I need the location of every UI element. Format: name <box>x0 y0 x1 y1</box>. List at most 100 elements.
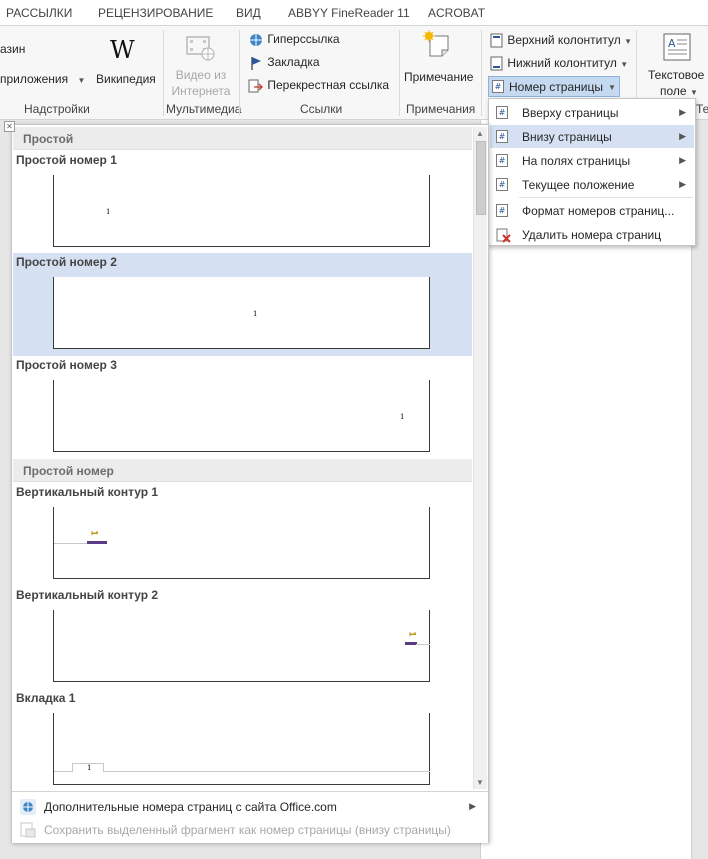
my-apps-button[interactable]: приложения ▼ <box>0 72 85 86</box>
scrollbar-thumb[interactable] <box>476 141 486 215</box>
tab-mailings[interactable]: РАССЫЛКИ <box>6 6 72 20</box>
menu-item-page-margins[interactable]: # На полях страницы ▶ <box>490 149 694 172</box>
page-number-icon: # <box>492 80 504 93</box>
menu-item-label: Текущее положение <box>522 178 635 192</box>
save-to-gallery-icon <box>20 822 36 838</box>
preview-page-number: 1 <box>89 530 100 536</box>
preview-tab-line <box>54 771 430 772</box>
format-page-numbers-icon: # <box>496 204 508 217</box>
text-box-button[interactable]: A Текстовое поле ▼ <box>646 32 708 100</box>
header-button[interactable]: Верхний колонтитул ▼ <box>490 33 632 48</box>
text-box-label-1: Текстовое <box>648 68 705 82</box>
gallery-scrollbar[interactable]: ▲ ▼ <box>473 127 487 789</box>
gallery-section-header: Простой <box>13 127 472 150</box>
gallery-grip-icon: ✕ <box>4 121 15 132</box>
scroll-up-icon[interactable]: ▲ <box>476 129 484 138</box>
scroll-down-icon[interactable]: ▼ <box>476 778 484 787</box>
chevron-down-icon: ▼ <box>77 76 86 85</box>
preview-page-number: 1 <box>87 764 92 772</box>
preview-outline-line <box>54 543 88 544</box>
tab-review[interactable]: РЕЦЕНЗИРОВАНИЕ <box>98 6 213 20</box>
online-video-label-2: Интернета <box>171 84 231 98</box>
gallery-item-preview: 1 <box>53 713 430 785</box>
menu-item-label: Удалить номера страниц <box>522 228 662 242</box>
chevron-down-icon: ▼ <box>608 83 616 92</box>
chevron-down-icon: ▼ <box>620 60 629 69</box>
office-com-icon <box>20 799 36 815</box>
online-video-icon <box>186 36 215 61</box>
gallery-item-preview: 1 <box>53 175 430 247</box>
gallery-section-header: Простой номер <box>13 459 472 482</box>
menu-item-format-page-numbers[interactable]: # Формат номеров страниц... <box>490 199 694 222</box>
svg-text:A: A <box>668 37 676 50</box>
menu-item-label: Внизу страницы <box>522 130 612 144</box>
preview-page-number: 1 <box>400 413 405 421</box>
footer-icon <box>490 56 503 71</box>
chevron-right-icon: ▶ <box>679 155 686 165</box>
gallery-item-title: Вертикальный контур 2 <box>16 588 159 602</box>
gallery-item-title: Вкладка 1 <box>16 691 76 705</box>
gallery-item-title: Простой номер 2 <box>16 255 117 269</box>
gallery-item-title: Простой номер 3 <box>16 358 117 372</box>
gallery-item-title: Вертикальный контур 1 <box>16 485 159 499</box>
online-video-button[interactable]: Видео из Интернета <box>170 32 232 98</box>
page-number-icon: # <box>496 178 508 191</box>
store-button[interactable]: азин <box>0 42 25 56</box>
group-divider <box>399 30 400 116</box>
page-number-menu: # Вверху страницы ▶ # Внизу страницы ▶ #… <box>488 98 696 246</box>
tab-acrobat[interactable]: ACROBAT <box>428 6 485 20</box>
gallery-item-tab-1[interactable]: Вкладка 1 1 <box>13 689 472 789</box>
save-selection-as-page-number: Сохранить выделенный фрагмент как номер … <box>16 819 486 841</box>
menu-item-top-of-page[interactable]: # Вверху страницы ▶ <box>490 101 694 124</box>
my-apps-label: приложения <box>0 72 69 86</box>
page-number-label: Номер страницы <box>509 80 603 94</box>
preview-page-number: 1 <box>253 310 258 318</box>
menu-item-label: Формат номеров страниц... <box>522 204 675 218</box>
tab-abbyy-finereader[interactable]: ABBYY FineReader 11 <box>288 6 410 20</box>
text-box-label-2-text: поле <box>660 84 687 98</box>
gallery-item-title: Простой номер 1 <box>16 153 117 167</box>
wikipedia-button[interactable]: W Википедия <box>96 32 156 92</box>
gallery-footer: Дополнительные номера страниц с сайта Of… <box>12 791 488 843</box>
page-number-icon: # <box>496 154 508 167</box>
group-divider <box>163 30 164 116</box>
gallery-item-simple-number-3[interactable]: Простой номер 3 1 <box>13 356 472 459</box>
gallery-item-preview: 1 <box>53 277 430 349</box>
text-box-icon: A <box>663 33 691 61</box>
gallery-item-simple-number-2[interactable]: Простой номер 2 1 <box>13 253 472 356</box>
footer-label: Нижний колонтитул <box>507 56 617 70</box>
online-video-label-1: Видео из <box>175 68 227 82</box>
menu-item-remove-page-numbers[interactable]: Удалить номера страниц <box>490 223 694 246</box>
gallery-item-vertical-outline-2[interactable]: Вертикальный контур 2 1 <box>13 586 472 689</box>
save-selection-label: Сохранить выделенный фрагмент как номер … <box>44 823 451 837</box>
wikipedia-icon: W <box>110 36 135 64</box>
menu-item-bottom-of-page[interactable]: # Внизу страницы ▶ <box>490 125 694 148</box>
new-comment-label: Примечание <box>404 70 474 84</box>
ribbon-tab-bar: РАССЫЛКИ РЕЦЕНЗИРОВАНИЕ ВИД ABBYY FineRe… <box>0 0 708 26</box>
page-number-button[interactable]: # Номер страницы ▼ <box>488 76 620 97</box>
preview-page-number: 1 <box>407 631 418 637</box>
cross-reference-label: Перекрестная ссылка <box>267 78 390 92</box>
gallery-item-vertical-outline-1[interactable]: Вертикальный контур 1 1 <box>13 483 472 586</box>
bookmark-button[interactable]: Закладка <box>248 55 320 70</box>
hyperlink-button[interactable]: Гиперссылка <box>248 32 340 47</box>
chevron-right-icon: ▶ <box>469 801 476 811</box>
chevron-right-icon: ▶ <box>679 131 686 141</box>
page-number-icon: # <box>496 106 508 119</box>
group-label-comments: Примечания <box>406 102 476 116</box>
gallery-item-preview: 1 <box>53 610 430 682</box>
menu-item-current-position[interactable]: # Текущее положение ▶ <box>490 173 694 196</box>
new-comment-button[interactable]: Примечание <box>404 30 480 90</box>
gallery-item-simple-number-1[interactable]: Простой номер 1 1 <box>13 151 472 254</box>
footer-button[interactable]: Нижний колонтитул ▼ <box>490 56 628 71</box>
more-page-numbers-office-com[interactable]: Дополнительные номера страниц с сайта Of… <box>16 796 486 818</box>
cross-reference-button[interactable]: Перекрестная ссылка <box>248 78 389 93</box>
preview-outline-bar <box>87 541 107 544</box>
bookmark-label: Закладка <box>267 55 320 69</box>
menu-item-label: Вверху страницы <box>522 106 619 120</box>
menu-separator <box>519 197 693 198</box>
group-divider <box>239 30 240 116</box>
tab-view[interactable]: ВИД <box>236 6 261 20</box>
hyperlink-icon <box>250 33 262 46</box>
chevron-right-icon: ▶ <box>679 107 686 117</box>
